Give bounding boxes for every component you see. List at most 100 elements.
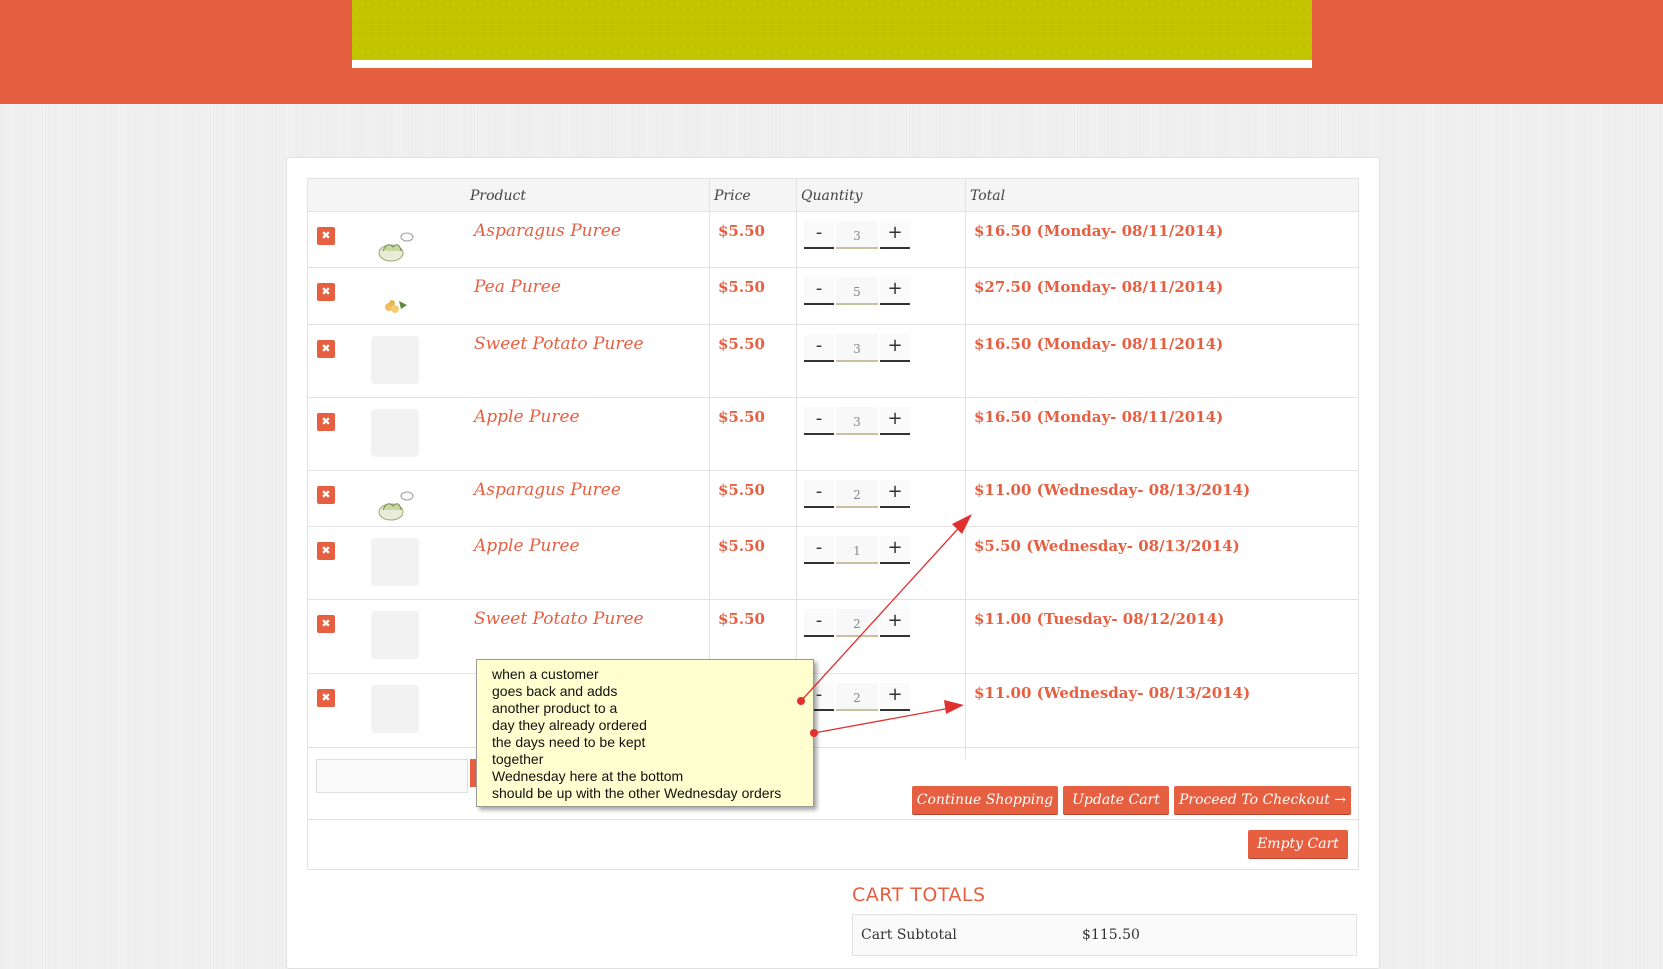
line-total: $11.00 (Tuesday- 08/12/2014) [974, 610, 1225, 628]
product-name-link[interactable]: Sweet Potato Puree [474, 609, 644, 629]
line-total: $16.50 (Monday- 08/11/2014) [974, 335, 1224, 353]
quantity-stepper: - 3 + [804, 334, 910, 362]
decrease-qty-button[interactable]: - [804, 334, 834, 362]
product-name-link[interactable]: Apple Puree [474, 536, 580, 556]
quantity-input[interactable]: 3 [836, 221, 878, 249]
line-total: $16.50 (Monday- 08/11/2014) [974, 222, 1224, 240]
product-price: $5.50 [718, 610, 765, 628]
product-price: $5.50 [718, 408, 765, 426]
x-icon[interactable]: ✖ [317, 689, 335, 707]
x-icon[interactable]: ✖ [317, 413, 335, 431]
proceed-to-checkout-button[interactable]: Proceed To Checkout → [1174, 786, 1351, 814]
header-quantity: Quantity [801, 188, 863, 204]
line-total: $16.50 (Monday- 08/11/2014) [974, 408, 1224, 426]
quantity-input[interactable]: 3 [836, 407, 878, 435]
product-thumbnail-placeholder [371, 611, 419, 659]
banner-strip [352, 60, 1312, 68]
quantity-stepper: - 3 + [804, 221, 910, 249]
table-row: ✖ Asparagus Puree $5.50 - 3 + $16.50 (Mo… [308, 211, 1358, 268]
product-thumbnail-placeholder [371, 685, 419, 733]
product-name-link[interactable]: Apple Puree [474, 407, 580, 427]
increase-qty-button[interactable]: + [880, 407, 910, 435]
quantity-stepper: - 2 + [804, 609, 910, 637]
x-icon[interactable]: ✖ [317, 283, 335, 301]
decrease-qty-button[interactable]: - [804, 609, 834, 637]
increase-qty-button[interactable]: + [880, 480, 910, 508]
header-product: Product [470, 188, 526, 204]
table-row: ✖ Sweet Potato Puree $5.50 - 2 + $11.00 … [308, 599, 1358, 674]
note-line: when a customer [492, 666, 599, 682]
update-cart-button[interactable]: Update Cart [1063, 786, 1169, 814]
product-name-link[interactable]: Pea Puree [474, 277, 561, 297]
table-row: ✖ Apple Puree $5.50 - 3 + $16.50 (Monday… [308, 397, 1358, 471]
product-thumbnail-placeholder [371, 409, 419, 457]
asparagus-puree-thumbnail [378, 491, 414, 521]
header-price: Price [714, 188, 751, 204]
quantity-input[interactable]: 5 [836, 277, 878, 305]
product-price: $5.50 [718, 481, 765, 499]
continue-shopping-button[interactable]: Continue Shopping [912, 786, 1058, 814]
note-line: goes back and adds [492, 683, 618, 699]
table-row: ✖ Asparagus Puree $5.50 - 2 + $11.00 (We… [308, 470, 1358, 527]
product-thumbnail-placeholder [371, 538, 419, 586]
quantity-input[interactable]: 3 [836, 334, 878, 362]
row-divider [308, 819, 1358, 820]
asparagus-puree-thumbnail [378, 232, 414, 262]
note-line: Wednesday here at the bottom [492, 768, 684, 784]
product-name-link[interactable]: Sweet Potato Puree [474, 334, 644, 354]
product-name-link[interactable]: Asparagus Puree [474, 480, 621, 500]
increase-qty-button[interactable]: + [880, 277, 910, 305]
table-row: ✖ - 2 + $11.00 (Wednesday- 08/13/2014) [308, 673, 1358, 748]
note-line: another product to a [492, 700, 618, 716]
subtotal-label: Cart Subtotal [861, 927, 957, 943]
increase-qty-button[interactable]: + [880, 536, 910, 564]
note-line: day they already ordered [492, 717, 647, 733]
decrease-qty-button[interactable]: - [804, 221, 834, 249]
quantity-stepper: - 1 + [804, 536, 910, 564]
product-thumbnail-placeholder [371, 336, 419, 384]
note-line: together [492, 751, 544, 767]
note-line: should be up with the other Wednesday or… [492, 785, 782, 801]
product-price: $5.50 [718, 335, 765, 353]
increase-qty-button[interactable]: + [880, 221, 910, 249]
coupon-input[interactable] [316, 759, 468, 793]
pea-puree-thumbnail [385, 300, 407, 313]
quantity-input[interactable]: 2 [836, 683, 878, 711]
increase-qty-button[interactable]: + [880, 334, 910, 362]
decrease-qty-button[interactable]: - [804, 480, 834, 508]
product-price: $5.50 [718, 222, 765, 240]
subtotal-value: $115.50 [1082, 927, 1140, 943]
product-price: $5.50 [718, 537, 765, 555]
quantity-input[interactable]: 1 [836, 536, 878, 564]
increase-qty-button[interactable]: + [880, 609, 910, 637]
decrease-qty-button[interactable]: - [804, 407, 834, 435]
line-total: $27.50 (Monday- 08/11/2014) [974, 278, 1224, 296]
increase-qty-button[interactable]: + [880, 683, 910, 711]
cart-totals-table: Cart Subtotal $115.50 [852, 914, 1357, 956]
header-banner [352, 0, 1312, 60]
quantity-stepper: - 5 + [804, 277, 910, 305]
product-price: $5.50 [718, 278, 765, 296]
quantity-input[interactable]: 2 [836, 480, 878, 508]
x-icon[interactable]: ✖ [317, 486, 335, 504]
line-total: $11.00 (Wednesday- 08/13/2014) [974, 684, 1251, 702]
cart-table: Product Price Quantity Total ✖ Asparagus… [307, 178, 1359, 870]
quantity-input[interactable]: 2 [836, 609, 878, 637]
x-icon[interactable]: ✖ [317, 227, 335, 245]
quantity-stepper: - 3 + [804, 407, 910, 435]
quantity-stepper: - 2 + [804, 683, 910, 711]
product-name-link[interactable]: Asparagus Puree [474, 221, 621, 241]
annotation-note: when a customer goes back and adds anoth… [476, 659, 814, 807]
header-total: Total [970, 188, 1006, 204]
x-icon[interactable]: ✖ [317, 615, 335, 633]
decrease-qty-button[interactable]: - [804, 536, 834, 564]
empty-cart-button[interactable]: Empty Cart [1248, 830, 1348, 858]
x-icon[interactable]: ✖ [317, 340, 335, 358]
note-line: the days need to be kept [492, 734, 646, 750]
line-total: $5.50 (Wednesday- 08/13/2014) [974, 537, 1240, 555]
decrease-qty-button[interactable]: - [804, 277, 834, 305]
table-row: ✖ Sweet Potato Puree $5.50 - 3 + $16.50 … [308, 324, 1358, 398]
quantity-stepper: - 2 + [804, 480, 910, 508]
x-icon[interactable]: ✖ [317, 542, 335, 560]
table-row: ✖ Apple Puree $5.50 - 1 + $5.50 (Wednesd… [308, 526, 1358, 600]
